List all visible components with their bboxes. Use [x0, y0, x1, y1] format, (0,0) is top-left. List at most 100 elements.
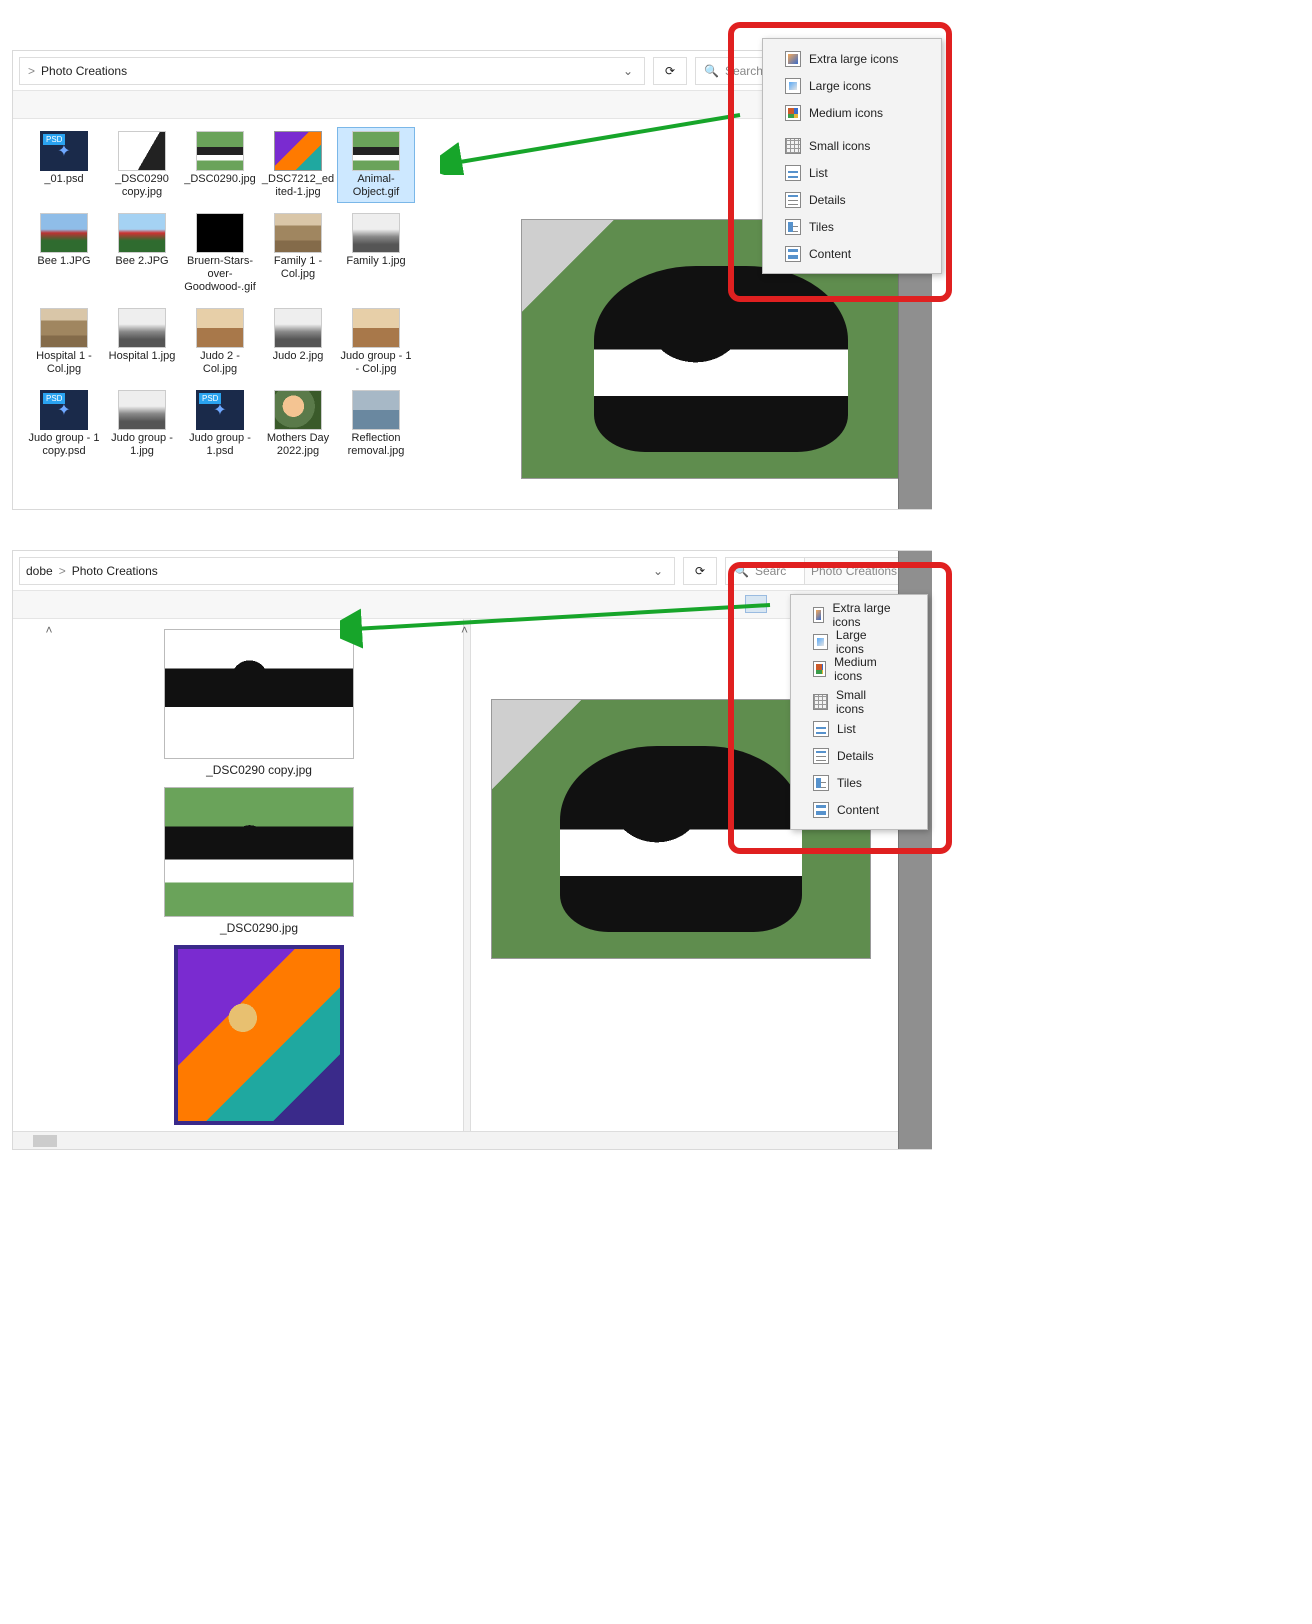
view-option-details[interactable]: Details	[785, 186, 937, 213]
file-name: Bee 2.JPG	[115, 255, 168, 268]
file-item[interactable]: Mothers Day 2022.jpg	[259, 386, 337, 462]
file-item[interactable]: _DSC0290 copy.jpg	[63, 629, 455, 777]
breadcrumb[interactable]: > Photo Creations ⌄	[19, 57, 645, 85]
file-thumbnail	[118, 213, 166, 253]
file-item[interactable]: _DSC0290.jpg	[63, 787, 455, 935]
preview-pane-toggle[interactable]	[745, 595, 767, 613]
file-thumbnail	[352, 390, 400, 430]
md-view-icon	[813, 661, 826, 677]
file-item[interactable]: Bee 2.JPG	[103, 209, 181, 298]
view-option-label: Details	[837, 749, 874, 763]
view-option-label: Medium icons	[809, 106, 883, 120]
view-option-tiles[interactable]: Tiles	[785, 213, 937, 240]
view-option-label: Small icons	[809, 139, 870, 153]
search-icon: 🔍	[704, 64, 719, 78]
file-name: Mothers Day 2022.jpg	[261, 432, 335, 458]
scroll-up-icon[interactable]: ˄	[41, 623, 57, 639]
splitter[interactable]: ˄	[463, 619, 471, 1149]
file-item[interactable]: Judo group - 1 - Col.jpg	[337, 304, 415, 380]
address-dropdown-icon[interactable]: ⌄	[618, 64, 638, 78]
file-item[interactable]: Bruern-Stars-over-Goodwood-.gif	[181, 209, 259, 298]
file-thumbnail	[118, 308, 166, 348]
view-option-label: Small icons	[836, 688, 893, 716]
content-view-icon	[813, 802, 829, 818]
xl-view-icon	[813, 607, 824, 623]
view-option-label: Medium icons	[834, 655, 893, 683]
file-item[interactable]: Judo 2 - Col.jpg	[181, 304, 259, 380]
file-name: Reflection removal.jpg	[339, 432, 413, 458]
view-menu-popup-bottom[interactable]: Extra large iconsLarge iconsMedium icons…	[790, 594, 928, 830]
breadcrumb-folder[interactable]: Photo Creations	[72, 564, 158, 578]
file-thumbnail	[118, 131, 166, 171]
file-item[interactable]: _DSC0290 copy.jpg	[103, 127, 181, 203]
lg-view-icon	[785, 78, 801, 94]
view-option-md[interactable]: Medium icons	[785, 99, 937, 126]
view-option-list[interactable]: List	[813, 715, 923, 742]
search-input[interactable]: 🔍 Searc	[725, 557, 805, 585]
file-item[interactable]: Judo group - 1 copy.psd	[25, 386, 103, 462]
file-item[interactable]: Judo group - 1.psd	[181, 386, 259, 462]
file-item[interactable]: Hospital 1 - Col.jpg	[25, 304, 103, 380]
file-item[interactable]: _DSC7212_edited-1.jpg	[259, 127, 337, 203]
file-item[interactable]: _DSC7212_edited-1.jpg	[63, 945, 455, 1143]
refresh-button[interactable]: ⟳	[653, 57, 687, 85]
sm-view-icon	[813, 694, 828, 710]
view-option-label: Tiles	[809, 220, 834, 234]
file-thumbnail	[164, 787, 354, 917]
view-option-sm[interactable]: Small icons	[813, 688, 923, 715]
refresh-icon: ⟳	[665, 64, 675, 78]
file-item[interactable]: Judo group - 1.jpg	[103, 386, 181, 462]
scroll-up-icon[interactable]: ˄	[461, 623, 468, 637]
tiles-view-icon	[813, 775, 829, 791]
view-option-tiles[interactable]: Tiles	[813, 769, 923, 796]
view-option-label: Content	[837, 803, 879, 817]
view-option-details[interactable]: Details	[813, 742, 923, 769]
file-thumbnail	[352, 213, 400, 253]
breadcrumb-parent[interactable]: dobe	[26, 564, 53, 578]
view-option-lg[interactable]: Large icons	[785, 72, 937, 99]
view-option-label: Large icons	[809, 79, 871, 93]
file-item[interactable]: Reflection removal.jpg	[337, 386, 415, 462]
view-option-content[interactable]: Content	[785, 240, 937, 267]
file-name: Hospital 1.jpg	[109, 350, 176, 363]
file-item[interactable]: Bee 1.JPG	[25, 209, 103, 298]
refresh-button[interactable]: ⟳	[683, 557, 717, 585]
breadcrumb[interactable]: dobe > Photo Creations ⌄	[19, 557, 675, 585]
details-view-icon	[813, 748, 829, 764]
file-name: Judo group - 1 - Col.jpg	[339, 350, 413, 376]
file-item[interactable]: Hospital 1.jpg	[103, 304, 181, 380]
file-name: Judo group - 1.jpg	[105, 432, 179, 458]
view-option-list[interactable]: List	[785, 159, 937, 186]
file-name: Hospital 1 - Col.jpg	[27, 350, 101, 376]
file-name: _DSC0290.jpg	[220, 921, 298, 935]
xl-view-icon	[785, 51, 801, 67]
chevron-right-icon: >	[59, 564, 66, 578]
file-item[interactable]: Family 1.jpg	[337, 209, 415, 298]
file-item[interactable]: _DSC0290.jpg	[181, 127, 259, 203]
file-item[interactable]: _01.psd	[25, 127, 103, 203]
file-name: Animal-Object.gif	[339, 173, 413, 199]
file-item[interactable]: Animal-Object.gif	[337, 127, 415, 203]
view-option-xl[interactable]: Extra large icons	[813, 601, 923, 628]
file-name: _01.psd	[44, 173, 83, 186]
view-menu-popup-top[interactable]: Extra large icons Large icons Medium icons…	[762, 38, 942, 274]
view-option-label: Extra large icons	[832, 601, 893, 629]
horizontal-scrollbar[interactable]	[13, 1131, 931, 1149]
view-option-lg[interactable]: Large icons	[813, 628, 923, 655]
view-option-content[interactable]: Content	[813, 796, 923, 823]
view-option-md[interactable]: Medium icons	[813, 655, 923, 682]
view-option-sm[interactable]: Small icons	[785, 132, 937, 159]
file-thumbnail	[196, 213, 244, 253]
file-name: Judo group - 1 copy.psd	[27, 432, 101, 458]
file-thumbnail	[174, 945, 344, 1125]
file-name: Bee 1.JPG	[37, 255, 90, 268]
breadcrumb-folder[interactable]: Photo Creations	[41, 64, 127, 78]
file-name: _DSC0290 copy.jpg	[206, 763, 312, 777]
file-name: Bruern-Stars-over-Goodwood-.gif	[183, 255, 257, 294]
address-dropdown-icon[interactable]: ⌄	[648, 564, 668, 578]
view-option-xl[interactable]: Extra large icons	[785, 45, 937, 72]
file-item[interactable]: Judo 2.jpg	[259, 304, 337, 380]
file-item[interactable]: Family 1 - Col.jpg	[259, 209, 337, 298]
file-thumbnail	[118, 390, 166, 430]
file-thumbnail	[40, 131, 88, 171]
